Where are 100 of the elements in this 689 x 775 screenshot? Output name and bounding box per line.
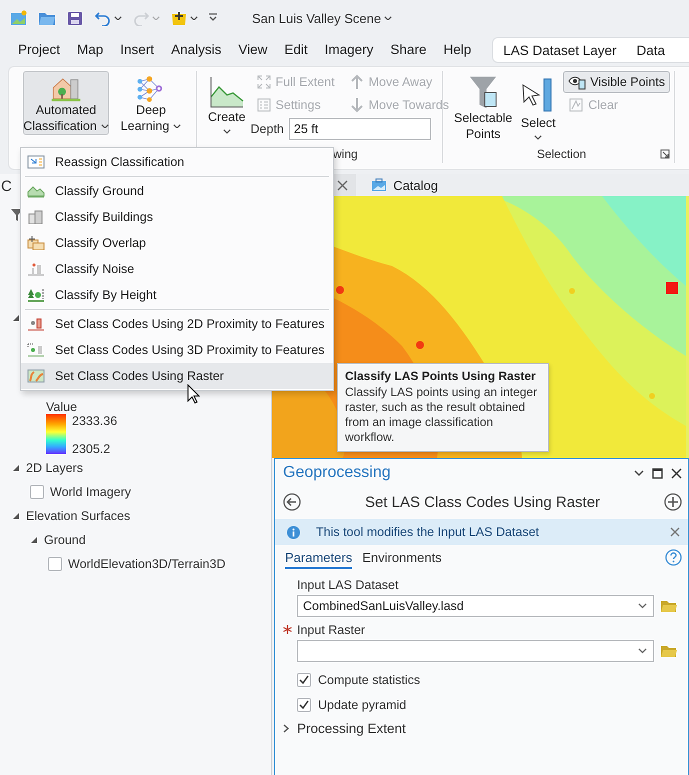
ribbon-button[interactable]: Create [207,71,247,143]
menu-item[interactable]: Classify By Height [21,282,333,308]
required-icon [283,625,292,634]
menu-item[interactable]: Classify Ground [21,178,333,204]
ribbon-tab[interactable]: Analysis [163,38,230,62]
menu-item[interactable]: Set Class Codes Using 2D Proximity to Features [21,311,333,337]
menu-item[interactable]: Set Class Codes Using 3D Proximity to Features [21,337,333,363]
back-icon[interactable] [283,493,301,511]
ribbon-tab[interactable]: Share [382,38,436,62]
parameter-label: Input LAS Dataset [297,578,398,592]
expanded-triangle-icon[interactable] [12,464,20,472]
settings-icon [256,97,272,113]
caret-icon [634,470,644,476]
depth-field[interactable]: 25 ft [288,118,431,140]
dropdown-button[interactable]: Automated Classification [23,71,109,135]
ribbon-tab[interactable]: Help [435,38,480,62]
legend-min-value: 2305.2 [72,442,112,456]
menu-item[interactable]: Set Class Codes Using Raster [21,363,333,389]
ribbon-tab[interactable]: View [230,38,276,62]
tool-title: Set LAS Class Codes Using Raster [364,494,602,510]
ribbon-tab[interactable]: Imagery [316,38,382,62]
menu-item[interactable]: Classify Overlap [21,230,333,256]
pane-tab[interactable]: Parameters [285,550,352,569]
caret-icon [190,16,198,20]
ribbon-tab[interactable]: Data [636,42,666,58]
ribbon-tab[interactable]: Edit [276,38,317,62]
menu-item[interactable]: Reassign Classification [21,149,333,175]
checkbox[interactable] [30,485,44,499]
maximize-icon[interactable] [652,468,663,478]
menu-item[interactable]: Classify Buildings [21,204,333,230]
new-project-icon [10,10,28,26]
clear-selection-icon [568,97,584,113]
close-icon[interactable] [671,468,682,478]
caret-icon [534,135,542,140]
caret-icon [638,603,647,609]
pane-tab[interactable]: Environments [362,550,442,569]
eye-icon [568,74,586,90]
trees-height-icon [27,288,45,302]
window-title: San Luis Valley Scene [252,10,382,26]
add-data-icon [170,10,188,26]
proximity-3d-icon [27,343,45,357]
caret-icon [638,648,647,654]
line-chart-icon [208,75,245,109]
menu-item[interactable]: Classify Noise [21,256,333,282]
expanded-triangle-icon[interactable] [12,512,20,520]
customize-icon[interactable] [208,13,218,23]
legend-max-value: 2333.36 [72,414,118,428]
tooltip-text: Classify LAS points using an integer raster, such as the result obtained from an image classification workflow. [345,385,538,445]
checkmark-icon [299,700,309,709]
dropdown-button[interactable]: Deep Learning [113,71,189,135]
parameter-label: Input Raster [297,623,366,637]
checkmark-icon [299,675,309,684]
arrow-down-icon [348,97,365,113]
checkbox[interactable] [297,672,311,686]
help-icon[interactable] [665,549,682,566]
section-header[interactable]: Processing Extent [283,721,678,736]
toggle-button[interactable]: Visible Points [563,71,670,93]
info-icon [287,526,300,538]
caret-icon [222,129,231,134]
chevron-right-icon[interactable] [283,724,290,733]
expanded-triangle-icon[interactable] [30,536,38,544]
caret-icon [114,16,122,20]
ribbon-tab[interactable]: Project [10,38,70,62]
caret-icon [100,124,109,128]
checkbox[interactable] [48,557,62,571]
ribbon-button[interactable]: Select [517,71,560,143]
checkbox[interactable] [297,698,311,712]
briefcase-icon [371,178,388,192]
redo-icon [132,10,150,26]
legend-heading: Value [46,400,78,414]
ground-icon [27,184,45,198]
layer-name: WorldElevation3D/Terrain3D [68,557,226,571]
undo-icon [94,10,112,26]
ribbon-tab[interactable]: Map [69,38,112,62]
open-folder-icon [38,10,56,26]
layer-group-label: 2D Layers [26,461,83,475]
folder-icon [660,599,678,613]
group-label: Selection [536,147,586,161]
pane-title: C [0,178,12,197]
layer-group-label: Ground [44,533,86,547]
depth-label: Depth [250,122,284,136]
add-icon[interactable] [664,493,682,511]
dropdown-field[interactable] [297,640,654,662]
caret-icon [384,16,392,20]
dialog-launcher-icon[interactable] [660,149,670,159]
contextual-tab-group-label: LAS Dataset Layer [503,42,617,58]
expanded-triangle-icon[interactable] [12,314,20,322]
overlap-icon [27,236,45,250]
raster-map-icon [27,369,45,383]
ribbon-tab[interactable]: Insert [112,38,164,62]
proximity-2d-icon [27,317,45,331]
checkbox-label: Compute statistics [318,672,420,686]
ribbon-button[interactable]: Selectable Points [453,71,514,143]
caret-icon [173,124,182,128]
color-ramp [46,414,66,454]
buildings-icon [27,210,45,224]
group-label: wing [333,147,358,161]
arrow-up-icon [348,74,365,90]
dropdown-field[interactable]: CombinedSanLuisValley.lasd [297,595,654,617]
reassign-icon [27,155,45,169]
